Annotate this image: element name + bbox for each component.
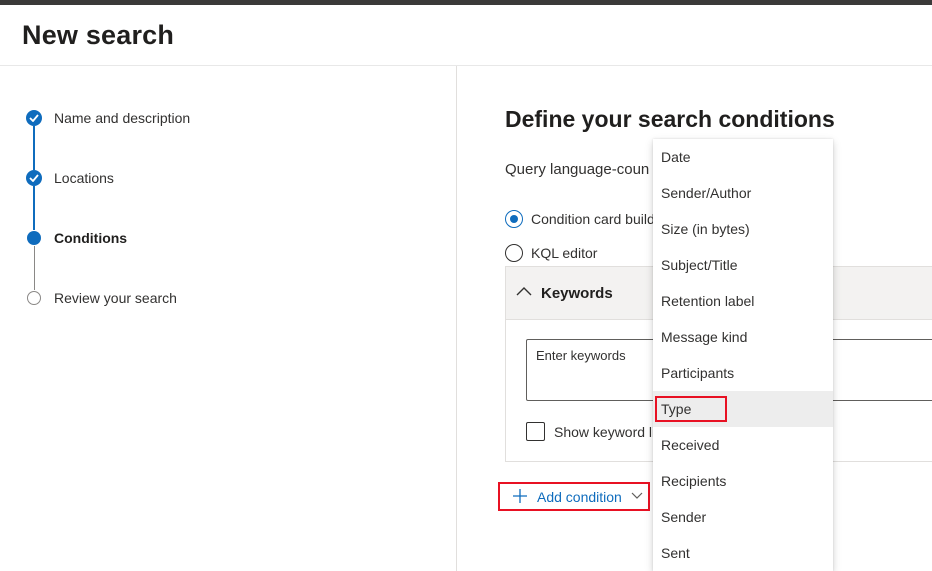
header-divider (0, 65, 932, 66)
menu-item-label: Sender/Author (661, 185, 752, 201)
menu-item-message-kind[interactable]: Message kind (653, 319, 833, 355)
step-label: Name and description (54, 110, 191, 126)
menu-item-subject-title[interactable]: Subject/Title (653, 247, 833, 283)
checkbox-icon (526, 422, 545, 441)
current-step-icon (27, 231, 41, 245)
plus-icon (513, 489, 527, 503)
menu-item-retention-label[interactable]: Retention label (653, 283, 833, 319)
step-connector (33, 246, 35, 290)
menu-item-type[interactable]: Type (653, 391, 833, 427)
menu-item-label: Type (661, 401, 692, 417)
checkmark-icon (26, 170, 42, 186)
menu-item-label: Date (661, 149, 691, 165)
menu-item-label: Participants (661, 365, 735, 381)
step-connector (33, 186, 35, 230)
menu-item-label: Retention label (661, 293, 755, 309)
radio-selected-icon (505, 210, 523, 228)
menu-item-date[interactable]: Date (653, 139, 833, 175)
panel-divider (456, 66, 457, 571)
checkmark-icon (26, 110, 42, 126)
menu-item-received[interactable]: Received (653, 427, 833, 463)
section-heading: Define your search conditions (505, 106, 835, 132)
radio-unselected-icon (505, 244, 523, 262)
menu-item-label: Received (661, 437, 720, 453)
step-label: Review your search (54, 290, 177, 306)
keywords-placeholder: Enter keywords (536, 348, 626, 363)
checkbox-label: Show keyword li (554, 424, 656, 440)
step-label: Locations (54, 170, 114, 186)
top-bar (0, 0, 932, 5)
menu-item-label: Sent (661, 545, 690, 561)
chevron-down-icon (631, 492, 643, 499)
radio-label: KQL editor (531, 245, 598, 261)
step-label: Conditions (54, 230, 128, 246)
radio-label: Condition card build (531, 211, 655, 227)
menu-item-sender-author[interactable]: Sender/Author (653, 175, 833, 211)
menu-item-label: Message kind (661, 329, 748, 345)
menu-item-sent[interactable]: Sent (653, 535, 833, 571)
menu-item-label: Recipients (661, 473, 727, 489)
menu-item-label: Size (in bytes) (661, 221, 750, 237)
menu-item-recipients[interactable]: Recipients (653, 463, 833, 499)
pending-step-icon (27, 291, 41, 305)
menu-item-label: Sender (661, 509, 707, 525)
menu-item-sender[interactable]: Sender (653, 499, 833, 535)
step-connector (33, 126, 35, 170)
menu-item-participants[interactable]: Participants (653, 355, 833, 391)
query-language-label: Query language-coun (505, 161, 650, 178)
chevron-up-icon (516, 287, 532, 296)
menu-item-label: Subject/Title (661, 257, 738, 273)
page-title: New search (22, 20, 175, 50)
add-condition-button[interactable]: Add condition (498, 482, 650, 511)
condition-dropdown-menu: Date Sender/Author Size (in bytes) Subje… (653, 139, 833, 571)
keywords-card-title: Keywords (541, 285, 613, 302)
menu-item-size[interactable]: Size (in bytes) (653, 211, 833, 247)
add-condition-label: Add condition (537, 489, 622, 505)
